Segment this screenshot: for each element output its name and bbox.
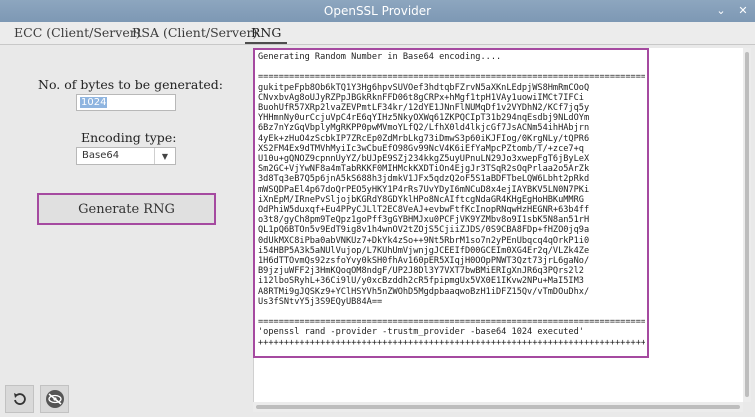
- title-bar: OpenSSL Provider ⌄ ✕: [0, 0, 755, 22]
- encoding-select[interactable]: Base64 ▼: [76, 147, 176, 165]
- eye-slash-icon[interactable]: [40, 385, 69, 413]
- encoding-label: Encoding type:: [81, 130, 177, 145]
- bytes-input[interactable]: 1024: [76, 94, 176, 111]
- encoding-value: Base64: [82, 150, 120, 161]
- bottom-toolbar: [5, 385, 69, 413]
- window-controls: ⌄ ✕: [715, 0, 749, 22]
- output-area-background: [649, 48, 743, 358]
- horizontal-scrollbar[interactable]: [253, 402, 743, 412]
- vertical-scroll-thumb[interactable]: [745, 52, 749, 397]
- tab-rsa[interactable]: RSA (Client/Server): [126, 22, 263, 44]
- minimize-icon[interactable]: ⌄: [715, 5, 727, 17]
- close-icon[interactable]: ✕: [737, 5, 749, 17]
- chevron-down-icon[interactable]: ▼: [154, 148, 175, 164]
- horizontal-scroll-thumb[interactable]: [256, 405, 740, 409]
- bytes-value: 1024: [80, 97, 108, 108]
- undo-arrow-icon[interactable]: [5, 385, 34, 413]
- generate-rng-button[interactable]: Generate RNG: [37, 193, 216, 225]
- tab-rng[interactable]: RNG: [245, 22, 288, 44]
- output-panel: Generating Random Number in Base64 encod…: [253, 48, 649, 358]
- output-text[interactable]: Generating Random Number in Base64 encod…: [257, 52, 645, 354]
- output-area-lower: [253, 358, 745, 402]
- bytes-label: No. of bytes to be generated:: [38, 77, 223, 92]
- tab-bar: ECC (Client/Server) RSA (Client/Server) …: [0, 22, 755, 45]
- vertical-scrollbar[interactable]: [743, 48, 751, 402]
- window-title: OpenSSL Provider: [323, 4, 432, 18]
- rng-form-panel: No. of bytes to be generated: 1024 Encod…: [0, 45, 250, 417]
